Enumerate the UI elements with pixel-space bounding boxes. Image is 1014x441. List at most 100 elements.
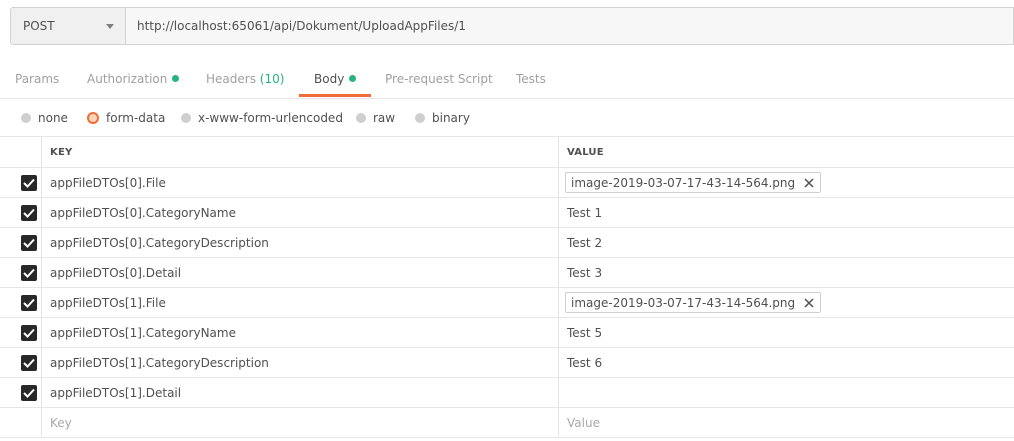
file-name: image-2019-03-07-17-43-14-564.png bbox=[571, 295, 796, 310]
checkbox-checked-icon[interactable] bbox=[21, 385, 37, 401]
key-input[interactable]: appFileDTOs[1].CategoryDescription bbox=[42, 348, 559, 377]
value-input[interactable]: image-2019-03-07-17-43-14-564.png bbox=[559, 288, 1014, 317]
checkbox-checked-icon[interactable] bbox=[21, 265, 37, 281]
radio-label: none bbox=[38, 110, 68, 125]
key-input[interactable]: appFileDTOs[1].Detail bbox=[42, 378, 559, 407]
row-check-cell bbox=[0, 168, 42, 197]
key-input[interactable]: appFileDTOs[0].CategoryDescription bbox=[42, 228, 559, 257]
key-input[interactable]: appFileDTOs[0].CategoryName bbox=[42, 198, 559, 227]
request-bar: POST http://localhost:65061/api/Dokument… bbox=[0, 0, 1014, 54]
radio-label: x-www-form-urlencoded bbox=[198, 110, 343, 125]
tab-headers-label: Headers bbox=[206, 72, 256, 86]
file-chip: image-2019-03-07-17-43-14-564.png bbox=[565, 292, 822, 313]
key-input[interactable]: appFileDTOs[0].File bbox=[42, 168, 559, 197]
tab-authorization-label: Authorization bbox=[87, 72, 168, 86]
value-input[interactable]: Test 1 bbox=[559, 198, 1014, 227]
new-value-input[interactable]: Value bbox=[559, 408, 1014, 437]
tab-pre-request-script[interactable]: Pre-request Script bbox=[385, 62, 493, 98]
key-input[interactable]: appFileDTOs[1].CategoryName bbox=[42, 318, 559, 347]
row-check-cell bbox=[0, 258, 42, 287]
value-input[interactable]: Test 3 bbox=[559, 258, 1014, 287]
tab-tests-label: Tests bbox=[516, 72, 546, 86]
radio-form-data[interactable]: form-data bbox=[87, 99, 165, 136]
request-tabs: Params Authorization Headers (10) Body P… bbox=[0, 62, 1014, 99]
row-check-cell bbox=[0, 378, 42, 407]
new-row: Key Value bbox=[0, 408, 1014, 438]
checkbox-checked-icon[interactable] bbox=[21, 235, 37, 251]
table-row: appFileDTOs[0].Detail Test 3 bbox=[0, 258, 1014, 288]
header-key: KEY bbox=[50, 146, 73, 158]
row-key: appFileDTOs[0].CategoryDescription bbox=[50, 235, 269, 250]
radio-icon bbox=[21, 112, 31, 123]
new-key-input[interactable]: Key bbox=[42, 408, 559, 437]
row-value: Test 6 bbox=[567, 355, 603, 370]
table-row: appFileDTOs[0].CategoryDescription Test 2 bbox=[0, 228, 1014, 258]
url-input[interactable]: http://localhost:65061/api/Dokument/Uplo… bbox=[126, 7, 1014, 45]
value-input[interactable]: image-2019-03-07-17-43-14-564.png bbox=[559, 168, 1014, 197]
radio-x-www-form-urlencoded[interactable]: x-www-form-urlencoded bbox=[181, 99, 343, 136]
method-dropdown[interactable]: POST bbox=[10, 7, 126, 45]
checkbox-checked-icon[interactable] bbox=[21, 295, 37, 311]
close-icon[interactable] bbox=[804, 297, 814, 308]
radio-icon bbox=[415, 112, 425, 123]
row-key: appFileDTOs[1].CategoryName bbox=[50, 325, 236, 340]
tab-tests[interactable]: Tests bbox=[516, 62, 546, 98]
status-dot-icon bbox=[172, 75, 180, 82]
radio-label: binary bbox=[432, 110, 470, 125]
status-dot-icon bbox=[349, 75, 357, 82]
active-tab-underline bbox=[299, 94, 371, 97]
url-text: http://localhost:65061/api/Dokument/Uplo… bbox=[137, 19, 466, 33]
checkbox-checked-icon[interactable] bbox=[21, 325, 37, 341]
checkbox-checked-icon[interactable] bbox=[21, 205, 37, 221]
row-key: appFileDTOs[0].Detail bbox=[50, 265, 182, 280]
file-name: image-2019-03-07-17-43-14-564.png bbox=[571, 175, 796, 190]
value-placeholder: Value bbox=[567, 415, 600, 430]
tab-params[interactable]: Params bbox=[15, 62, 59, 98]
tab-body[interactable]: Body bbox=[314, 62, 357, 98]
tab-authorization[interactable]: Authorization bbox=[87, 62, 180, 98]
value-input[interactable]: Test 5 bbox=[559, 318, 1014, 347]
table-row: appFileDTOs[0].CategoryName Test 1 bbox=[0, 198, 1014, 228]
table-row: appFileDTOs[0].File image-2019-03-07-17-4… bbox=[0, 168, 1014, 198]
radio-binary[interactable]: binary bbox=[415, 99, 470, 136]
checkbox-checked-icon[interactable] bbox=[21, 355, 37, 371]
method-label: POST bbox=[23, 19, 55, 33]
row-key: appFileDTOs[1].File bbox=[50, 295, 166, 310]
radio-icon bbox=[181, 112, 191, 123]
headers-count-badge: (10) bbox=[259, 72, 285, 86]
row-key: appFileDTOs[1].CategoryDescription bbox=[50, 355, 269, 370]
tab-headers[interactable]: Headers (10) bbox=[206, 62, 284, 98]
checkbox-checked-icon[interactable] bbox=[21, 175, 37, 191]
table-row: appFileDTOs[1].CategoryDescription Test 6 bbox=[0, 348, 1014, 378]
key-placeholder: Key bbox=[50, 415, 72, 430]
radio-selected-icon bbox=[87, 111, 99, 124]
header-value-cell: VALUE bbox=[559, 137, 1014, 167]
row-key: appFileDTOs[0].File bbox=[50, 175, 166, 190]
header-check-cell bbox=[0, 137, 42, 167]
value-input[interactable]: Test 6 bbox=[559, 348, 1014, 377]
tab-params-label: Params bbox=[15, 72, 60, 86]
new-row-check-cell bbox=[0, 408, 42, 437]
file-chip: image-2019-03-07-17-43-14-564.png bbox=[565, 172, 822, 193]
row-check-cell bbox=[0, 228, 42, 257]
row-value: Test 3 bbox=[567, 265, 603, 280]
row-key: appFileDTOs[1].Detail bbox=[50, 385, 182, 400]
radio-none[interactable]: none bbox=[21, 99, 68, 136]
row-value: Test 5 bbox=[567, 325, 603, 340]
radio-icon bbox=[356, 112, 366, 123]
row-value: Test 1 bbox=[567, 205, 603, 220]
close-icon[interactable] bbox=[804, 177, 814, 188]
row-key: appFileDTOs[0].CategoryName bbox=[50, 205, 236, 220]
table-row: appFileDTOs[1].Detail bbox=[0, 378, 1014, 408]
header-key-cell: KEY bbox=[42, 137, 559, 167]
value-input[interactable] bbox=[559, 378, 1014, 407]
chevron-down-icon bbox=[106, 23, 114, 29]
table-row: appFileDTOs[1].CategoryName Test 5 bbox=[0, 318, 1014, 348]
tab-body-label: Body bbox=[314, 72, 345, 86]
radio-raw[interactable]: raw bbox=[356, 99, 395, 136]
table-row: appFileDTOs[1].File image-2019-03-07-17-4… bbox=[0, 288, 1014, 318]
key-input[interactable]: appFileDTOs[1].File bbox=[42, 288, 559, 317]
row-check-cell bbox=[0, 348, 42, 377]
value-input[interactable]: Test 2 bbox=[559, 228, 1014, 257]
key-input[interactable]: appFileDTOs[0].Detail bbox=[42, 258, 559, 287]
